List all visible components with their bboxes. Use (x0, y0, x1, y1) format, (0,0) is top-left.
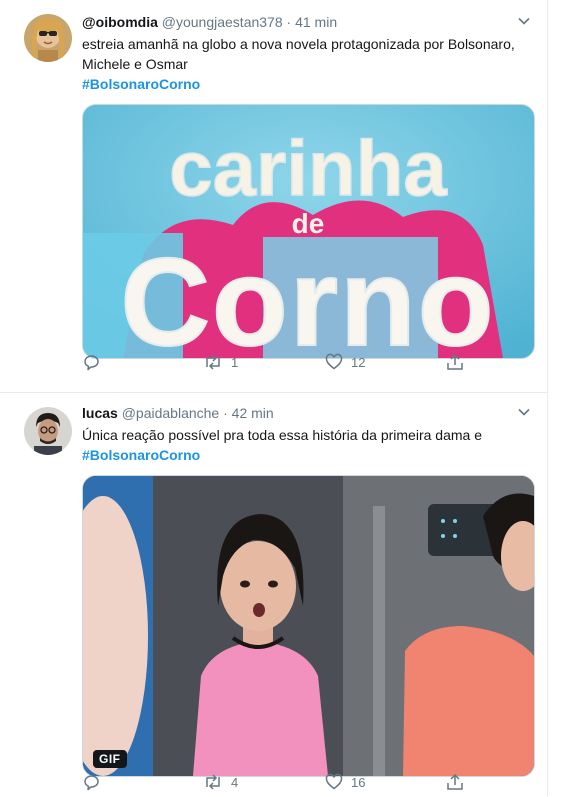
reply-icon (84, 355, 99, 371)
retweet-button[interactable]: 4 (203, 772, 238, 792)
hashtag-link[interactable]: #BolsonaroCorno (82, 74, 200, 94)
reply-button[interactable] (82, 772, 108, 792)
tweet-text: Única reação possível pra toda essa hist… (82, 425, 533, 465)
user-handle[interactable]: @youngjaestan378 (162, 14, 283, 30)
timeline: @oibomdia @youngjaestan378 · 41 min estr… (0, 0, 548, 796)
tweet-text-line: Única reação possível pra toda essa hist… (82, 427, 482, 443)
retweet-icon (206, 354, 220, 370)
like-icon (325, 773, 343, 790)
timestamp[interactable]: 42 min (232, 405, 274, 421)
timestamp[interactable]: 41 min (295, 14, 337, 30)
tweet-actions: 1 12 (0, 352, 547, 372)
tweet[interactable]: @oibomdia @youngjaestan378 · 41 min estr… (0, 0, 547, 393)
retweet-icon (206, 774, 220, 790)
like-icon (325, 353, 343, 370)
like-count: 12 (351, 354, 366, 370)
tweet-header: @oibomdia @youngjaestan378 · 41 min (82, 12, 533, 32)
gif-badge: GIF (93, 750, 127, 768)
tweet-text-line: estreia amanhã na globo a nova novela pr… (82, 36, 515, 52)
avatar[interactable] (24, 407, 72, 455)
share-button[interactable] (446, 352, 464, 372)
retweet-count: 1 (231, 354, 239, 370)
tweet-content: @oibomdia @youngjaestan378 · 41 min estr… (82, 12, 535, 359)
display-name[interactable]: @oibomdia (82, 14, 158, 30)
tweet-header: lucas @paidablanche · 42 min (82, 403, 533, 423)
separator-dot: · (286, 14, 292, 30)
tweet-image[interactable]: carinha de Corno (82, 104, 535, 359)
share-icon (447, 773, 463, 790)
reply-icon (84, 775, 99, 791)
tweet-content: lucas @paidablanche · 42 min Única reaçã… (82, 403, 535, 777)
tweet-gif[interactable]: GIF (82, 475, 535, 777)
media-title-top: carinha (169, 124, 447, 212)
user-handle[interactable]: @paidablanche (122, 405, 220, 421)
chevron-down-icon[interactable] (517, 14, 531, 28)
tweet-text-line: Michele e Osmar (82, 56, 188, 72)
tweet[interactable]: lucas @paidablanche · 42 min Única reaçã… (0, 393, 547, 797)
separator-dot: · (223, 405, 228, 421)
share-icon (447, 353, 463, 370)
chevron-down-icon[interactable] (517, 405, 531, 419)
like-count: 16 (351, 774, 366, 790)
tweet-text: estreia amanhã na globo a nova novela pr… (82, 34, 533, 94)
retweet-count: 4 (231, 774, 239, 790)
avatar[interactable] (24, 14, 72, 62)
media-title-bottom: Corno (120, 234, 495, 358)
tweet-actions: 4 16 (0, 772, 547, 792)
display-name[interactable]: lucas (82, 405, 118, 421)
like-button[interactable]: 12 (325, 352, 365, 372)
share-button[interactable] (446, 772, 464, 792)
retweet-button[interactable]: 1 (203, 352, 238, 372)
hashtag-link[interactable]: #BolsonaroCorno (82, 445, 200, 465)
reply-button[interactable] (82, 352, 108, 372)
like-button[interactable]: 16 (325, 772, 365, 792)
